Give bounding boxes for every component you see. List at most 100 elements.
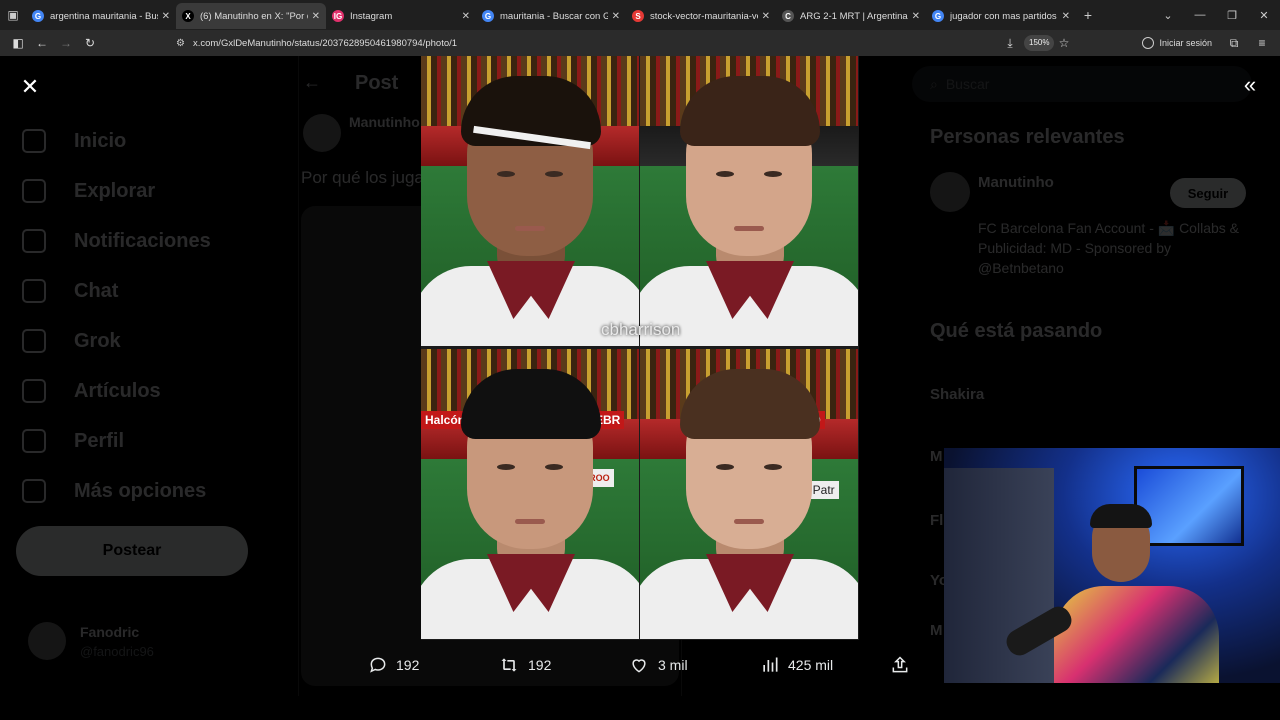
avatar	[28, 622, 66, 660]
webcam-person-hair	[1090, 504, 1152, 528]
sidebar-item-icon	[22, 129, 46, 153]
post-button[interactable]: Postear	[16, 526, 248, 576]
browser-tab[interactable]: Sstock-vector-mauritania-vector ✕	[626, 3, 776, 29]
player-mouth	[515, 519, 545, 524]
author-avatar[interactable]	[303, 114, 341, 152]
post-author[interactable]: Manutinho	[349, 114, 420, 130]
tab-title: stock-vector-mauritania-vector	[650, 10, 758, 22]
sidebar-item-label: Explorar	[74, 179, 156, 202]
tab-close-icon[interactable]: ✕	[912, 11, 920, 22]
reply-icon	[370, 657, 386, 673]
tab-close-icon[interactable]: ✕	[312, 11, 320, 22]
new-tab-button[interactable]: +	[1076, 7, 1100, 23]
tab-favicon-icon: G	[932, 10, 944, 22]
reply-count: 192	[396, 657, 420, 673]
sidebar-toggle-icon[interactable]: ◧	[6, 32, 30, 54]
share-icon	[892, 656, 908, 673]
signin-label: Iniciar sesión	[1159, 38, 1212, 48]
media-photo[interactable]: Halcón EBR LA ROO BRO cio Patr	[421, 56, 859, 640]
avatar[interactable]	[930, 172, 970, 212]
repost-icon	[501, 658, 517, 672]
tab-close-icon[interactable]: ✕	[1062, 11, 1070, 22]
trend-item[interactable]: Shakira	[930, 386, 984, 403]
back-button[interactable]: ←	[30, 32, 54, 54]
tab-list-icon[interactable]: ▣	[0, 0, 26, 30]
trend-item[interactable]: M	[930, 448, 943, 465]
sidebar-item-label: Grok	[74, 329, 121, 352]
sidebar-item[interactable]: Perfil	[22, 416, 252, 466]
sidebar-item[interactable]: Más opciones	[22, 466, 252, 516]
sidebar-item[interactable]: Chat	[22, 266, 252, 316]
close-icon[interactable]: ✕	[18, 76, 42, 100]
trend-item[interactable]: M	[930, 622, 943, 639]
browser-tab[interactable]: IG Instagram ✕	[326, 3, 476, 29]
tab-title: ARG 2-1 MRT | Argentina vs Mauritania	[800, 10, 908, 22]
tab-close-icon[interactable]: ✕	[762, 11, 770, 22]
tab-strip: ▣ Gargentina mauritania - Buscar con Goo…	[0, 0, 1280, 30]
back-arrow-icon[interactable]: ←	[303, 72, 321, 93]
views-count: 425 mil	[788, 657, 834, 673]
menu-icon[interactable]: ≡	[1250, 32, 1274, 54]
forward-button[interactable]: →	[54, 32, 78, 54]
reply-button[interactable]: 192	[368, 650, 419, 680]
tab-search-icon[interactable]: ⌄	[1152, 9, 1184, 22]
like-button[interactable]: 3 mil	[628, 650, 688, 680]
sidebar-item-icon	[22, 479, 46, 503]
photo-quadrant-bottom-right: BRO cio Patr	[640, 349, 858, 639]
photo-quadrant-top-left	[421, 56, 639, 346]
maximize-button[interactable]: ❐	[1216, 9, 1248, 22]
follow-button[interactable]: Seguir	[1170, 178, 1246, 208]
browser-tab[interactable]: C ARG 2-1 MRT | Argentina vs Mauritania ✕	[776, 3, 926, 29]
tab-title: mauritania - Buscar con Google	[500, 10, 608, 22]
relevant-person-name[interactable]: Manutinho	[978, 174, 1054, 191]
tab-close-icon[interactable]: ✕	[162, 11, 170, 22]
player-eye	[545, 171, 563, 177]
browser-tab[interactable]: Gjugador con mas partidos en la ✕	[926, 3, 1076, 29]
post-text: Por qué los juga	[301, 168, 424, 187]
collapse-sidebar-icon[interactable]: «	[1238, 74, 1262, 98]
views-button[interactable]: 425 mil	[760, 650, 833, 680]
site-info-icon[interactable]: ⚙	[176, 38, 185, 49]
sidebar-item[interactable]: Notificaciones	[22, 216, 252, 266]
signin-button[interactable]: Iniciar sesión	[1136, 37, 1218, 49]
trend-item[interactable]: Fl	[930, 512, 943, 529]
like-count: 3 mil	[658, 657, 688, 673]
close-window-button[interactable]: ✕	[1248, 9, 1280, 22]
tab-favicon-icon: C	[782, 10, 794, 22]
share-button[interactable]	[890, 650, 918, 680]
relevant-person-bio: FC Barcelona Fan Account - 📩 Collabs & P…	[978, 220, 1239, 276]
tab-title: argentina mauritania - Buscar con Google	[50, 10, 158, 22]
player-eye	[716, 464, 734, 470]
bookmark-star-icon[interactable]: ☆	[1052, 32, 1076, 54]
sidebar-item-icon	[22, 279, 46, 303]
reload-button[interactable]: ↻	[78, 32, 102, 54]
browser-tab[interactable]: Gmauritania - Buscar con Google ✕	[476, 3, 626, 29]
sidebar-item-label: Inicio	[74, 129, 127, 152]
extensions-icon[interactable]: ⧉	[1222, 32, 1246, 54]
sidebar-item[interactable]: Artículos	[22, 366, 252, 416]
webcam-shelf	[944, 468, 1054, 683]
account-switcher[interactable]: Fanodric @fanodric96	[28, 622, 154, 660]
sidebar-item[interactable]: Explorar	[22, 166, 252, 216]
sidebar-item[interactable]: Grok	[22, 316, 252, 366]
repost-button[interactable]: 192	[498, 650, 551, 680]
browser-tab[interactable]: Gargentina mauritania - Buscar con Googl…	[26, 3, 176, 29]
install-app-icon[interactable]: ⤓	[998, 32, 1022, 54]
sidebar-item[interactable]: Inicio	[22, 116, 252, 166]
sidebar-item-label: Perfil	[74, 429, 125, 452]
profile-name: Fanodric	[80, 623, 140, 640]
zoom-indicator[interactable]: 150%	[1024, 35, 1055, 51]
player-mouth	[734, 226, 764, 231]
tab-title: jugador con mas partidos en la	[950, 10, 1058, 22]
sidebar-item-label: Más opciones	[74, 479, 207, 502]
tab-title: (6) Manutinho en X: "Por qué los jugador…	[200, 10, 308, 22]
tab-close-icon[interactable]: ✕	[462, 11, 470, 22]
browser-tab[interactable]: X (6) Manutinho en X: "Por qué los jugado…	[176, 3, 326, 29]
minimize-button[interactable]: —	[1184, 9, 1216, 21]
sidebar-item-icon	[22, 429, 46, 453]
profile-icon	[1142, 37, 1155, 49]
address-bar[interactable]: ⚙ x.com/GxlDeManutinho/status/2037628950…	[176, 33, 1076, 53]
webcam-person-body	[1054, 586, 1219, 683]
search-input[interactable]: ⌕ Buscar	[912, 66, 1252, 102]
tab-close-icon[interactable]: ✕	[612, 11, 620, 22]
